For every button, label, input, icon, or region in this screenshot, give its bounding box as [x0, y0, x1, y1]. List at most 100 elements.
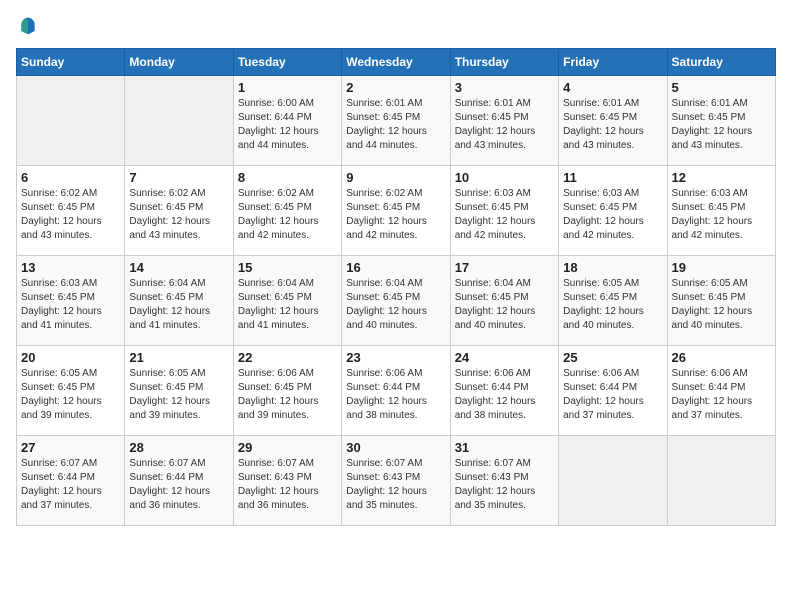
cell-daylight: Daylight: 12 hours and 39 minutes. — [129, 396, 210, 421]
day-number: 7 — [129, 170, 228, 185]
day-number: 20 — [21, 350, 120, 365]
calendar-cell: 25 Sunrise: 6:06 AM Sunset: 6:44 PM Dayl… — [559, 346, 667, 436]
cell-sunset: Sunset: 6:45 PM — [21, 292, 95, 303]
day-number: 10 — [455, 170, 554, 185]
cell-daylight: Daylight: 12 hours and 41 minutes. — [21, 306, 102, 331]
cell-sunset: Sunset: 6:45 PM — [672, 292, 746, 303]
cell-sunrise: Sunrise: 6:02 AM — [21, 188, 97, 199]
cell-daylight: Daylight: 12 hours and 43 minutes. — [563, 126, 644, 151]
calendar-cell: 11 Sunrise: 6:03 AM Sunset: 6:45 PM Dayl… — [559, 166, 667, 256]
day-header-thursday: Thursday — [450, 49, 558, 76]
cell-sunrise: Sunrise: 6:04 AM — [238, 278, 314, 289]
cell-sunrise: Sunrise: 6:07 AM — [455, 458, 531, 469]
day-number: 31 — [455, 440, 554, 455]
cell-sunset: Sunset: 6:45 PM — [455, 292, 529, 303]
cell-daylight: Daylight: 12 hours and 42 minutes. — [238, 216, 319, 241]
day-number: 16 — [346, 260, 445, 275]
cell-sunrise: Sunrise: 6:02 AM — [346, 188, 422, 199]
day-number: 18 — [563, 260, 662, 275]
cell-sunset: Sunset: 6:45 PM — [455, 202, 529, 213]
calendar-cell: 24 Sunrise: 6:06 AM Sunset: 6:44 PM Dayl… — [450, 346, 558, 436]
cell-daylight: Daylight: 12 hours and 43 minutes. — [21, 216, 102, 241]
cell-sunset: Sunset: 6:45 PM — [672, 112, 746, 123]
cell-daylight: Daylight: 12 hours and 44 minutes. — [238, 126, 319, 151]
cell-sunrise: Sunrise: 6:06 AM — [455, 368, 531, 379]
cell-sunrise: Sunrise: 6:05 AM — [563, 278, 639, 289]
cell-daylight: Daylight: 12 hours and 43 minutes. — [455, 126, 536, 151]
cell-daylight: Daylight: 12 hours and 40 minutes. — [563, 306, 644, 331]
cell-daylight: Daylight: 12 hours and 39 minutes. — [238, 396, 319, 421]
calendar-cell: 31 Sunrise: 6:07 AM Sunset: 6:43 PM Dayl… — [450, 436, 558, 526]
cell-sunrise: Sunrise: 6:06 AM — [563, 368, 639, 379]
cell-sunset: Sunset: 6:45 PM — [238, 292, 312, 303]
calendar-cell: 4 Sunrise: 6:01 AM Sunset: 6:45 PM Dayli… — [559, 76, 667, 166]
day-number: 8 — [238, 170, 337, 185]
cell-sunset: Sunset: 6:45 PM — [21, 382, 95, 393]
cell-daylight: Daylight: 12 hours and 35 minutes. — [346, 486, 427, 511]
cell-sunrise: Sunrise: 6:06 AM — [238, 368, 314, 379]
day-number: 15 — [238, 260, 337, 275]
cell-sunset: Sunset: 6:44 PM — [238, 112, 312, 123]
cell-daylight: Daylight: 12 hours and 37 minutes. — [21, 486, 102, 511]
cell-sunrise: Sunrise: 6:02 AM — [238, 188, 314, 199]
calendar-cell: 7 Sunrise: 6:02 AM Sunset: 6:45 PM Dayli… — [125, 166, 233, 256]
cell-sunset: Sunset: 6:45 PM — [563, 112, 637, 123]
day-number: 5 — [672, 80, 771, 95]
day-number: 14 — [129, 260, 228, 275]
day-number: 19 — [672, 260, 771, 275]
cell-daylight: Daylight: 12 hours and 36 minutes. — [129, 486, 210, 511]
cell-sunrise: Sunrise: 6:04 AM — [346, 278, 422, 289]
cell-sunset: Sunset: 6:45 PM — [563, 202, 637, 213]
cell-daylight: Daylight: 12 hours and 42 minutes. — [455, 216, 536, 241]
cell-sunrise: Sunrise: 6:01 AM — [672, 98, 748, 109]
day-number: 2 — [346, 80, 445, 95]
day-number: 17 — [455, 260, 554, 275]
calendar-cell: 14 Sunrise: 6:04 AM Sunset: 6:45 PM Dayl… — [125, 256, 233, 346]
calendar-header-row: SundayMondayTuesdayWednesdayThursdayFrid… — [17, 49, 776, 76]
cell-daylight: Daylight: 12 hours and 40 minutes. — [672, 306, 753, 331]
day-header-monday: Monday — [125, 49, 233, 76]
day-header-saturday: Saturday — [667, 49, 775, 76]
cell-sunrise: Sunrise: 6:01 AM — [455, 98, 531, 109]
day-header-sunday: Sunday — [17, 49, 125, 76]
calendar-cell: 20 Sunrise: 6:05 AM Sunset: 6:45 PM Dayl… — [17, 346, 125, 436]
calendar-week-row: 27 Sunrise: 6:07 AM Sunset: 6:44 PM Dayl… — [17, 436, 776, 526]
calendar-cell: 23 Sunrise: 6:06 AM Sunset: 6:44 PM Dayl… — [342, 346, 450, 436]
cell-sunrise: Sunrise: 6:03 AM — [672, 188, 748, 199]
calendar-cell: 12 Sunrise: 6:03 AM Sunset: 6:45 PM Dayl… — [667, 166, 775, 256]
day-number: 24 — [455, 350, 554, 365]
cell-sunrise: Sunrise: 6:03 AM — [21, 278, 97, 289]
calendar-cell: 13 Sunrise: 6:03 AM Sunset: 6:45 PM Dayl… — [17, 256, 125, 346]
calendar-week-row: 1 Sunrise: 6:00 AM Sunset: 6:44 PM Dayli… — [17, 76, 776, 166]
cell-sunset: Sunset: 6:45 PM — [346, 112, 420, 123]
calendar-cell: 3 Sunrise: 6:01 AM Sunset: 6:45 PM Dayli… — [450, 76, 558, 166]
cell-daylight: Daylight: 12 hours and 37 minutes. — [672, 396, 753, 421]
calendar-cell: 2 Sunrise: 6:01 AM Sunset: 6:45 PM Dayli… — [342, 76, 450, 166]
day-number: 30 — [346, 440, 445, 455]
cell-sunrise: Sunrise: 6:03 AM — [563, 188, 639, 199]
cell-sunset: Sunset: 6:43 PM — [346, 472, 420, 483]
cell-sunset: Sunset: 6:45 PM — [563, 292, 637, 303]
calendar-table: SundayMondayTuesdayWednesdayThursdayFrid… — [16, 48, 776, 526]
cell-daylight: Daylight: 12 hours and 43 minutes. — [129, 216, 210, 241]
cell-sunrise: Sunrise: 6:07 AM — [238, 458, 314, 469]
calendar-cell: 27 Sunrise: 6:07 AM Sunset: 6:44 PM Dayl… — [17, 436, 125, 526]
day-number: 28 — [129, 440, 228, 455]
cell-sunset: Sunset: 6:45 PM — [129, 382, 203, 393]
cell-daylight: Daylight: 12 hours and 41 minutes. — [238, 306, 319, 331]
cell-daylight: Daylight: 12 hours and 39 minutes. — [21, 396, 102, 421]
logo-icon — [18, 16, 38, 36]
day-number: 25 — [563, 350, 662, 365]
day-header-wednesday: Wednesday — [342, 49, 450, 76]
cell-sunset: Sunset: 6:44 PM — [129, 472, 203, 483]
cell-sunset: Sunset: 6:45 PM — [672, 202, 746, 213]
cell-daylight: Daylight: 12 hours and 38 minutes. — [455, 396, 536, 421]
cell-sunrise: Sunrise: 6:07 AM — [129, 458, 205, 469]
cell-sunset: Sunset: 6:45 PM — [129, 292, 203, 303]
cell-sunrise: Sunrise: 6:02 AM — [129, 188, 205, 199]
cell-daylight: Daylight: 12 hours and 35 minutes. — [455, 486, 536, 511]
cell-sunset: Sunset: 6:44 PM — [455, 382, 529, 393]
calendar-cell — [125, 76, 233, 166]
calendar-week-row: 6 Sunrise: 6:02 AM Sunset: 6:45 PM Dayli… — [17, 166, 776, 256]
cell-daylight: Daylight: 12 hours and 42 minutes. — [563, 216, 644, 241]
